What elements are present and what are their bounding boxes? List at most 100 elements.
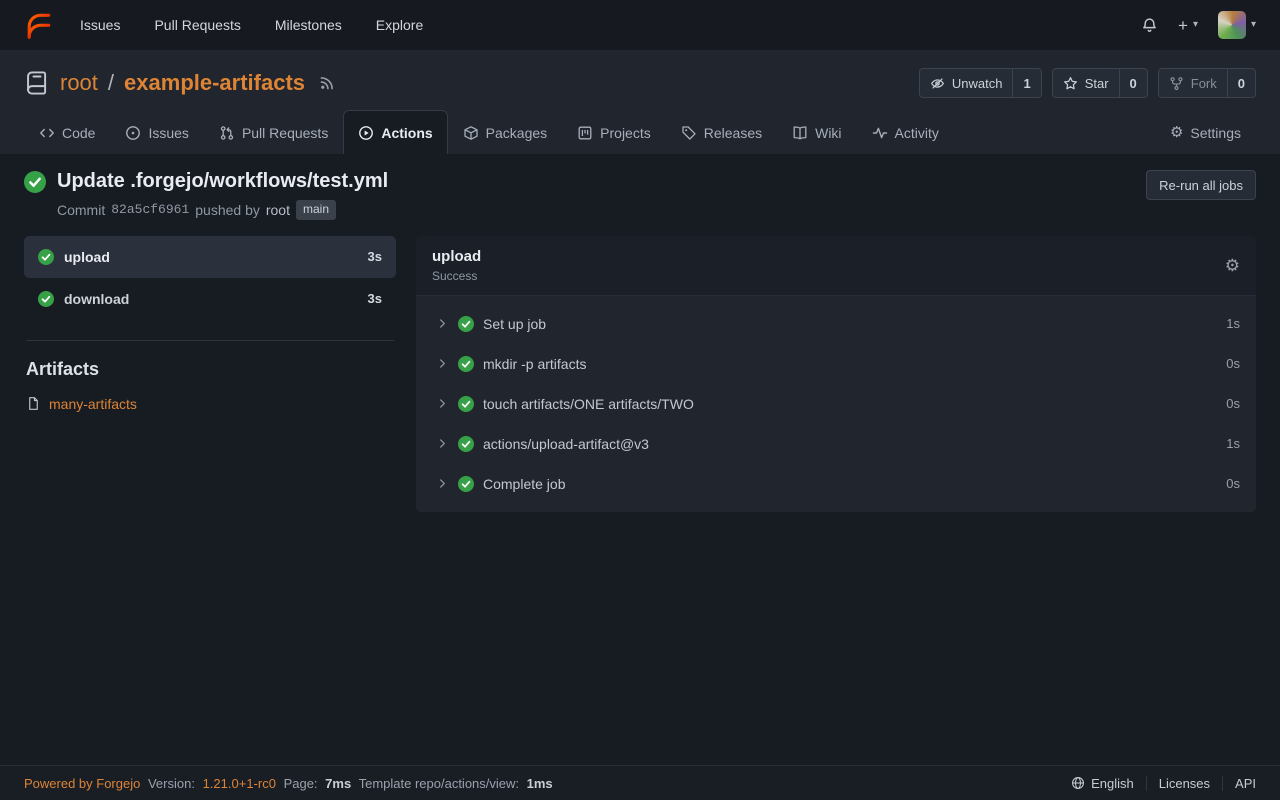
star-button-main[interactable]: Star <box>1053 69 1119 97</box>
powered-by-link[interactable]: Powered by Forgejo <box>24 776 140 791</box>
notifications-bell-icon[interactable] <box>1141 17 1158 34</box>
stars-count[interactable]: 0 <box>1119 69 1147 97</box>
code-icon <box>39 125 55 141</box>
step-success-check-icon <box>458 356 474 372</box>
forgejo-actions-page: { "navbar": { "items": [ {"label": "Issu… <box>0 0 1280 800</box>
step-complete-job[interactable]: Complete job 0s <box>416 464 1256 504</box>
chevron-right-icon <box>436 357 449 370</box>
tab-code[interactable]: Code <box>24 110 110 154</box>
step-upload-artifact-action[interactable]: actions/upload-artifact@v3 1s <box>416 424 1256 464</box>
artifact-item: many-artifacts <box>24 396 396 412</box>
branch-badge[interactable]: main <box>296 200 336 220</box>
step-touch-artifacts[interactable]: touch artifacts/ONE artifacts/TWO 0s <box>416 384 1256 424</box>
version-label: Version: <box>148 776 195 791</box>
jobs-sidebar: upload 3s download 3s Artifacts many-art… <box>24 236 396 412</box>
repo-actions: Unwatch 1 Star 0 <box>919 68 1256 98</box>
chevron-right-icon <box>436 437 449 450</box>
chevron-down-icon: ▾ <box>1251 20 1256 30</box>
chevron-right-icon <box>436 477 449 490</box>
step-duration: 0s <box>1226 476 1240 491</box>
job-item-download[interactable]: download 3s <box>24 278 396 320</box>
nav-item-explore[interactable]: Explore <box>376 17 423 33</box>
tab-settings[interactable]: ⚙ Settings <box>1155 110 1256 154</box>
step-success-check-icon <box>458 316 474 332</box>
run-success-check-icon <box>24 171 46 193</box>
step-success-check-icon <box>458 396 474 412</box>
watchers-count[interactable]: 1 <box>1012 69 1040 97</box>
create-new-menu[interactable]: + ▾ <box>1178 17 1198 34</box>
commit-label: Commit <box>57 202 105 218</box>
job-duration: 3s <box>368 249 382 264</box>
rerun-all-jobs-button[interactable]: Re-run all jobs <box>1146 170 1256 200</box>
user-menu[interactable]: ▾ <box>1218 11 1256 39</box>
unwatch-button[interactable]: Unwatch 1 <box>919 68 1042 98</box>
licenses-link[interactable]: Licenses <box>1146 776 1222 791</box>
pull-request-icon <box>219 125 235 141</box>
chevron-right-icon <box>436 317 449 330</box>
gear-icon: ⚙ <box>1170 125 1183 140</box>
template-time-label: Template repo/actions/view: <box>359 776 519 791</box>
unwatch-label: Unwatch <box>952 76 1003 91</box>
fork-button[interactable]: Fork 0 <box>1158 68 1256 98</box>
forks-count[interactable]: 0 <box>1227 69 1255 97</box>
language-selector[interactable]: English <box>1059 776 1146 791</box>
tab-wiki[interactable]: Wiki <box>777 110 856 154</box>
page-time-value: 7ms <box>325 776 351 791</box>
chevron-down-icon: ▾ <box>1193 20 1198 30</box>
footer-info: Powered by Forgejo Version: 1.21.0+1-rc0… <box>24 776 557 791</box>
unwatch-button-main[interactable]: Unwatch <box>920 69 1013 97</box>
fork-button-main[interactable]: Fork <box>1159 69 1227 97</box>
star-icon <box>1063 76 1078 91</box>
job-status: Success <box>432 269 481 283</box>
artifacts-heading: Artifacts <box>26 359 396 380</box>
gear-icon[interactable]: ⚙ <box>1225 257 1240 274</box>
file-icon <box>26 396 41 411</box>
step-duration: 0s <box>1226 396 1240 411</box>
job-success-check-icon <box>38 249 54 265</box>
tab-issues[interactable]: Issues <box>110 110 203 154</box>
step-duration: 1s <box>1226 316 1240 331</box>
job-detail-name: upload <box>432 248 481 265</box>
step-success-check-icon <box>458 436 474 452</box>
rss-icon[interactable] <box>319 75 335 91</box>
artifact-download-link[interactable]: many-artifacts <box>49 396 137 412</box>
forgejo-logo-icon <box>24 10 54 40</box>
commit-author: root <box>266 202 290 218</box>
tab-releases[interactable]: Releases <box>666 110 777 154</box>
play-circle-icon <box>358 125 374 141</box>
nav-item-issues[interactable]: Issues <box>80 17 120 33</box>
api-link[interactable]: API <box>1222 776 1256 791</box>
star-button[interactable]: Star 0 <box>1052 68 1148 98</box>
step-mkdir-artifacts[interactable]: mkdir -p artifacts 0s <box>416 344 1256 384</box>
step-set-up-job[interactable]: Set up job 1s <box>416 304 1256 344</box>
job-detail-panel: upload Success ⚙ Set up job 1s mkdir -p … <box>416 236 1256 512</box>
tab-projects[interactable]: Projects <box>562 110 666 154</box>
job-item-upload[interactable]: upload 3s <box>24 236 396 278</box>
pulse-icon <box>872 125 888 141</box>
repo-title-row: root / example-artifacts Unwatch 1 <box>24 68 1256 98</box>
repo-owner-link[interactable]: root <box>60 70 98 96</box>
project-board-icon <box>577 125 593 141</box>
template-time-value: 1ms <box>527 776 553 791</box>
tab-actions[interactable]: Actions <box>343 110 447 154</box>
repo-separator: / <box>108 70 114 96</box>
tab-pull-requests[interactable]: Pull Requests <box>204 110 343 154</box>
version-link[interactable]: 1.21.0+1-rc0 <box>203 776 276 791</box>
repo-header: root / example-artifacts Unwatch 1 <box>0 50 1280 154</box>
footer-links: English Licenses API <box>1059 776 1256 791</box>
nav-item-milestones[interactable]: Milestones <box>275 17 342 33</box>
fork-label: Fork <box>1191 76 1217 91</box>
forgejo-logo[interactable] <box>24 10 54 40</box>
tab-packages[interactable]: Packages <box>448 110 562 154</box>
step-duration: 1s <box>1226 436 1240 451</box>
globe-icon <box>1071 776 1085 790</box>
commit-sha-link[interactable]: 82a5cf6961 <box>111 202 189 217</box>
main-nav: Issues Pull Requests Milestones Explore <box>80 17 423 33</box>
page-time-label: Page: <box>284 776 318 791</box>
top-navbar: Issues Pull Requests Milestones Explore … <box>0 0 1280 50</box>
job-success-check-icon <box>38 291 54 307</box>
job-duration: 3s <box>368 291 382 306</box>
tab-activity[interactable]: Activity <box>857 110 954 154</box>
repo-name-link[interactable]: example-artifacts <box>124 70 305 96</box>
nav-item-pull-requests[interactable]: Pull Requests <box>154 17 240 33</box>
